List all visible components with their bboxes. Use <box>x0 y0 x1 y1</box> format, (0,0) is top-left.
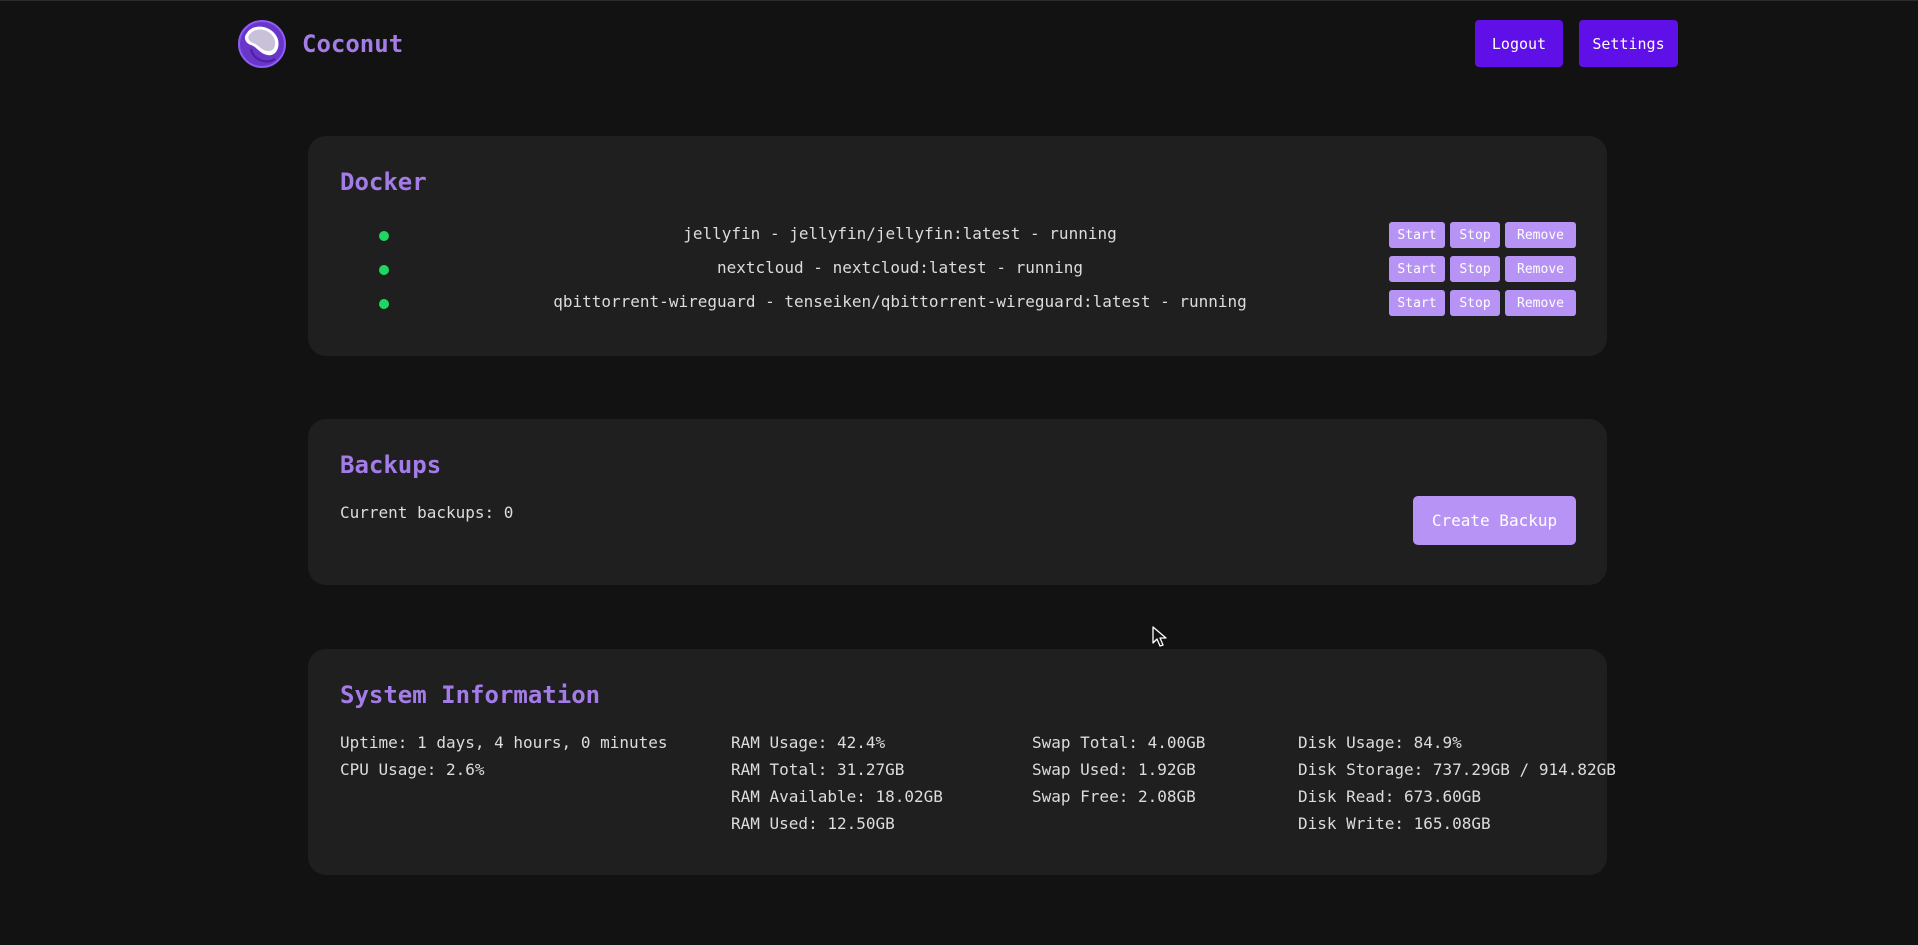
disk-write-text: Disk Write: 165.08GB <box>1298 814 1491 833</box>
container-label: jellyfin - jellyfin/jellyfin:latest - ru… <box>683 224 1117 243</box>
docker-card: Docker jellyfin - jellyfin/jellyfin:late… <box>308 136 1607 356</box>
info-column-general: Uptime: 1 days, 4 hours, 0 minutes CPU U… <box>340 733 668 787</box>
container-row: jellyfin - jellyfin/jellyfin:latest - ru… <box>308 222 1607 248</box>
backups-card: Backups Current backups: 0 Create Backup <box>308 419 1607 585</box>
disk-read-text: Disk Read: 673.60GB <box>1298 787 1482 806</box>
container-stop-button[interactable]: Stop <box>1450 222 1500 248</box>
system-info-card: System Information Uptime: 1 days, 4 hou… <box>308 649 1616 875</box>
settings-button[interactable]: Settings <box>1579 20 1678 67</box>
system-info-title: System Information <box>340 681 601 709</box>
status-running-icon <box>379 265 389 275</box>
disk-storage-text: Disk Storage: 737.29GB / 914.82GB <box>1298 760 1616 779</box>
status-running-icon <box>379 299 389 309</box>
docker-title: Docker <box>340 168 427 196</box>
mouse-cursor-icon <box>1152 626 1167 647</box>
backups-title: Backups <box>340 451 442 479</box>
container-remove-button[interactable]: Remove <box>1505 256 1576 282</box>
backup-count: Current backups: 0 <box>340 503 514 522</box>
swap-used-text: Swap Used: 1.92GB <box>1032 760 1196 779</box>
uptime-text: Uptime: 1 days, 4 hours, 0 minutes <box>340 733 668 752</box>
disk-usage-text: Disk Usage: 84.9% <box>1298 733 1462 752</box>
container-stop-button[interactable]: Stop <box>1450 290 1500 316</box>
info-column-disk: Disk Usage: 84.9% Disk Storage: 737.29GB… <box>1298 733 1616 841</box>
container-label: qbittorrent-wireguard - tenseiken/qbitto… <box>553 292 1247 311</box>
logout-button[interactable]: Logout <box>1475 20 1563 67</box>
ram-total-text: RAM Total: 31.27GB <box>731 760 905 779</box>
create-backup-button[interactable]: Create Backup <box>1413 496 1576 545</box>
container-label: nextcloud - nextcloud:latest - running <box>716 258 1084 277</box>
app-name: Coconut <box>302 30 404 58</box>
container-remove-button[interactable]: Remove <box>1505 290 1576 316</box>
swap-free-text: Swap Free: 2.08GB <box>1032 787 1196 806</box>
ram-usage-text: RAM Usage: 42.4% <box>731 733 886 752</box>
info-column-ram: RAM Usage: 42.4% RAM Total: 31.27GB RAM … <box>731 733 943 841</box>
container-start-button[interactable]: Start <box>1389 256 1445 282</box>
container-start-button[interactable]: Start <box>1389 290 1445 316</box>
container-remove-button[interactable]: Remove <box>1505 222 1576 248</box>
container-row: nextcloud - nextcloud:latest - running S… <box>308 256 1607 282</box>
container-row: qbittorrent-wireguard - tenseiken/qbitto… <box>308 290 1607 316</box>
ram-available-text: RAM Available: 18.02GB <box>731 787 943 806</box>
top-header: Coconut Logout Settings <box>0 1 1918 85</box>
status-running-icon <box>379 231 389 241</box>
cpu-usage-text: CPU Usage: 2.6% <box>340 760 485 779</box>
container-start-button[interactable]: Start <box>1389 222 1445 248</box>
info-column-swap: Swap Total: 4.00GB Swap Used: 1.92GB Swa… <box>1032 733 1205 814</box>
coconut-logo-icon <box>238 20 286 68</box>
container-stop-button[interactable]: Stop <box>1450 256 1500 282</box>
ram-used-text: RAM Used: 12.50GB <box>731 814 895 833</box>
brand[interactable]: Coconut <box>237 19 403 69</box>
swap-total-text: Swap Total: 4.00GB <box>1032 733 1206 752</box>
